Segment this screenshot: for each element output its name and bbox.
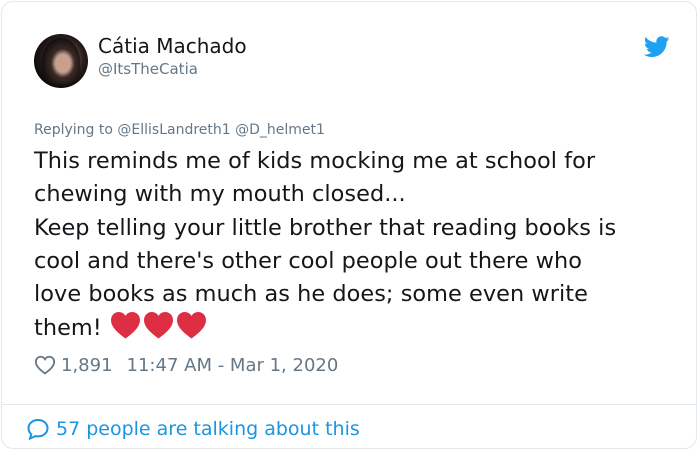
tweet-meta: 1,891 11:47 AM - Mar 1, 2020	[34, 352, 338, 378]
speech-bubble-icon	[27, 418, 49, 441]
author-avatar[interactable]	[34, 34, 88, 88]
tweet-text-line: chewing with my mouth closed...	[34, 181, 406, 208]
author-handle[interactable]: @ItsTheCatia	[98, 60, 198, 78]
conversation-link[interactable]: 57 people are talking about this	[26, 416, 360, 442]
like-count[interactable]: 1,891	[61, 355, 113, 376]
red-heart-emoji-icon	[110, 312, 140, 340]
tweet-text-line: This reminds me of kids mocking me at sc…	[34, 148, 596, 174]
tweet-text: This reminds me of kids mocking me at sc…	[34, 145, 674, 350]
replying-to: Replying to @EllisLandreth1 @D_helmet1	[34, 122, 325, 138]
replying-to-label: Replying to	[34, 122, 113, 138]
tweet-text-line: them!	[34, 315, 102, 342]
tweet-text-line: Keep telling your little brother that re…	[34, 214, 617, 241]
avatar-photo	[42, 38, 80, 84]
author-display-name[interactable]: Cátia Machado	[98, 34, 247, 58]
red-heart-emoji-icon	[143, 312, 173, 340]
tweet-text-line: cool and there's other cool people out t…	[34, 247, 583, 274]
twitter-bird-icon[interactable]	[644, 36, 670, 58]
tweet-text-line-last: them!	[34, 311, 674, 349]
tweet-card[interactable]: Cátia Machado @ItsTheCatia Replying to @…	[1, 1, 697, 449]
reply-user-link[interactable]: @D_helmet1	[235, 122, 325, 138]
reply-user-link[interactable]: @EllisLandreth1	[117, 122, 230, 138]
conversation-label[interactable]: 57 people are talking about this	[56, 418, 360, 440]
heart-outline-icon[interactable]	[34, 354, 56, 376]
red-heart-emoji-icon	[176, 312, 206, 340]
tweet-timestamp[interactable]: 11:47 AM - Mar 1, 2020	[127, 355, 339, 376]
tweet-text-line: love books as much as he does; some even…	[34, 281, 588, 308]
heart-emoji-group	[110, 311, 209, 349]
divider	[2, 404, 696, 405]
